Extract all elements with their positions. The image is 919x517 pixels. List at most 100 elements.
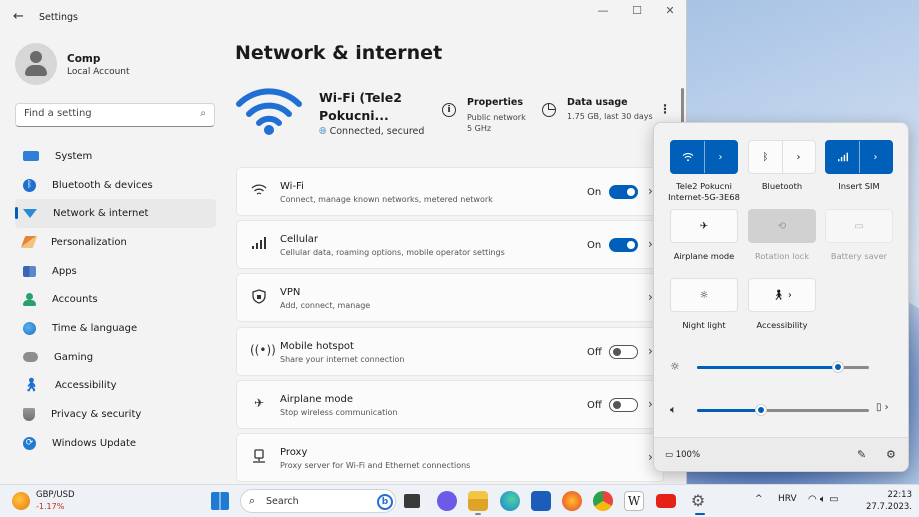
card-title: VPN bbox=[280, 287, 301, 299]
active-indicator bbox=[475, 513, 481, 515]
bluetooth-icon[interactable]: ᛒ bbox=[749, 141, 782, 173]
search-input[interactable] bbox=[24, 108, 194, 119]
sidebar-item-system[interactable]: System bbox=[15, 142, 216, 171]
wifi-toggle[interactable] bbox=[609, 185, 638, 199]
sidebar-item-label: Gaming bbox=[54, 351, 94, 363]
slider-thumb[interactable] bbox=[754, 404, 767, 416]
sidebar-item-time-language[interactable]: Time & language bbox=[15, 314, 216, 343]
card-title: Cellular bbox=[280, 234, 319, 246]
battery-saver-quick-tile[interactable]: ▭ bbox=[825, 209, 893, 243]
quick-tile-label: Bluetooth bbox=[761, 181, 803, 191]
accessibility-quick-tile[interactable]: 🚶︎ › bbox=[748, 278, 816, 312]
sidebar-item-accessibility[interactable]: 🚶︎ Accessibility bbox=[15, 372, 216, 401]
store-icon[interactable] bbox=[531, 491, 551, 511]
active-indicator bbox=[695, 513, 705, 515]
window-title: Settings bbox=[39, 12, 78, 23]
close-button[interactable]: ✕ bbox=[653, 4, 686, 22]
card-proxy[interactable]: Proxy Proxy server for Wi-Fi and Etherne… bbox=[236, 432, 664, 482]
chrome-icon[interactable] bbox=[593, 491, 613, 511]
rotation-lock-quick-tile[interactable]: ⟲ bbox=[748, 209, 816, 243]
maximize-button[interactable]: ☐ bbox=[620, 4, 654, 22]
audio-output-icon[interactable]: ▯ › bbox=[876, 402, 889, 413]
windows-start-icon[interactable] bbox=[211, 492, 229, 510]
network-volume-battery-tray[interactable]: ◠ 🔈︎ ▭ bbox=[808, 494, 839, 505]
user-profile[interactable]: Comp Local Account bbox=[15, 43, 130, 85]
chat-icon[interactable] bbox=[437, 491, 457, 511]
proxy-icon bbox=[250, 449, 268, 465]
gear-icon[interactable]: ⚙ bbox=[886, 448, 896, 461]
taskbar-search[interactable]: ⌕ Search b bbox=[240, 489, 396, 513]
sidebar-item-label: Apps bbox=[52, 265, 77, 277]
card-subtitle: Cellular data, roaming options, mobile o… bbox=[280, 248, 505, 258]
sidebar-item-windows-update[interactable]: ⟳ Windows Update bbox=[15, 429, 216, 458]
sidebar-item-label: Accessibility bbox=[55, 380, 117, 392]
task-view-icon[interactable] bbox=[404, 494, 420, 508]
search-icon[interactable]: ⌕ bbox=[200, 108, 206, 119]
wikipedia-icon[interactable]: W bbox=[624, 491, 644, 511]
sidebar-item-label: Accounts bbox=[52, 294, 98, 306]
card-cellular[interactable]: Cellular Cellular data, roaming options,… bbox=[236, 220, 664, 270]
firefox-icon[interactable] bbox=[562, 491, 582, 511]
input-language[interactable]: HRV bbox=[778, 494, 797, 504]
sidebar-item-apps[interactable]: Apps bbox=[15, 257, 216, 286]
sidebar-item-accounts[interactable]: Accounts bbox=[15, 285, 216, 314]
card-title: Wi-Fi bbox=[280, 181, 304, 192]
brightness-slider[interactable]: ☼ bbox=[670, 360, 870, 374]
more-options-icon[interactable]: ⋮ bbox=[659, 102, 671, 116]
card-vpn[interactable]: VPN Add, connect, manage › bbox=[236, 273, 664, 323]
airplane-icon: ✈︎ bbox=[699, 220, 709, 232]
shield-icon bbox=[23, 408, 35, 422]
edit-pencil-icon[interactable]: ✎ bbox=[857, 448, 866, 461]
toggle-state-label: On bbox=[587, 187, 602, 198]
quick-tile-label: Battery saver bbox=[830, 251, 888, 261]
back-arrow-icon[interactable]: ← bbox=[13, 9, 24, 24]
profile-name: Comp bbox=[67, 53, 101, 65]
airplane-toggle[interactable] bbox=[609, 397, 638, 412]
cellular-icon[interactable] bbox=[826, 141, 859, 173]
file-explorer-icon[interactable] bbox=[468, 491, 488, 511]
volume-slider[interactable]: 🔈︎ bbox=[670, 403, 870, 417]
properties-details: Public network 5 GHz bbox=[467, 113, 526, 133]
sidebar-item-network[interactable]: Network & internet bbox=[15, 199, 216, 229]
bluetooth-icon: ᛒ bbox=[23, 178, 36, 192]
youtube-icon[interactable] bbox=[656, 494, 676, 508]
tray-overflow-chevron[interactable]: ^ bbox=[755, 494, 763, 504]
battery-icon: ▭ bbox=[829, 494, 839, 505]
wifi-icon[interactable] bbox=[671, 141, 704, 173]
scrollbar[interactable] bbox=[681, 88, 684, 126]
chevron-right-icon[interactable]: › bbox=[859, 141, 892, 173]
card-airplane-mode[interactable]: ✈︎ Airplane mode Stop wireless communica… bbox=[236, 379, 664, 429]
globe-clock-icon bbox=[23, 321, 36, 335]
sidebar-item-personalization[interactable]: Personalization bbox=[15, 228, 216, 257]
chevron-right-icon[interactable]: › bbox=[782, 141, 815, 173]
night-light-quick-tile[interactable]: ☼ bbox=[670, 278, 738, 312]
edge-browser-icon[interactable] bbox=[500, 491, 520, 511]
bing-icon[interactable]: b bbox=[377, 494, 393, 510]
system-clock[interactable]: 22:13 27.7.2023. bbox=[864, 489, 912, 513]
settings-gear-icon[interactable]: ⚙ bbox=[688, 491, 708, 511]
update-icon: ⟳ bbox=[23, 436, 36, 450]
page-title: Network & internet bbox=[235, 42, 443, 64]
network-status-header: Wi-Fi (Tele2 Pokucni... 🌐︎ Connected, sec… bbox=[235, 86, 675, 142]
sidebar-item-label: Bluetooth & devices bbox=[52, 179, 153, 191]
bluetooth-quick-tile[interactable]: ᛒ › bbox=[748, 140, 816, 174]
slider-track[interactable] bbox=[697, 404, 869, 416]
slider-track[interactable] bbox=[697, 361, 869, 373]
chevron-right-icon[interactable]: › bbox=[704, 141, 737, 173]
sidebar-item-privacy[interactable]: Privacy & security bbox=[15, 400, 216, 429]
card-mobile-hotspot[interactable]: ((•)) Mobile hotspot Share your internet… bbox=[236, 326, 664, 376]
airplane-mode-quick-tile[interactable]: ✈︎ bbox=[670, 209, 738, 243]
cellular-quick-tile[interactable]: › bbox=[825, 140, 893, 174]
slider-thumb[interactable] bbox=[832, 361, 845, 373]
cellular-toggle[interactable] bbox=[609, 238, 638, 253]
settings-list: Wi-Fi Connect, manage known networks, me… bbox=[236, 167, 664, 484]
card-wifi[interactable]: Wi-Fi Connect, manage known networks, me… bbox=[236, 167, 664, 216]
minimize-button[interactable]: — bbox=[586, 4, 620, 22]
sidebar-item-gaming[interactable]: Gaming bbox=[15, 343, 216, 372]
accessibility-icon: 🚶︎ › bbox=[772, 289, 792, 301]
brush-icon bbox=[20, 236, 38, 249]
hotspot-toggle[interactable] bbox=[609, 344, 638, 359]
sidebar-item-label: Windows Update bbox=[52, 437, 137, 449]
wifi-quick-tile[interactable]: › bbox=[670, 140, 738, 174]
sidebar-item-bluetooth[interactable]: ᛒ Bluetooth & devices bbox=[15, 171, 216, 200]
